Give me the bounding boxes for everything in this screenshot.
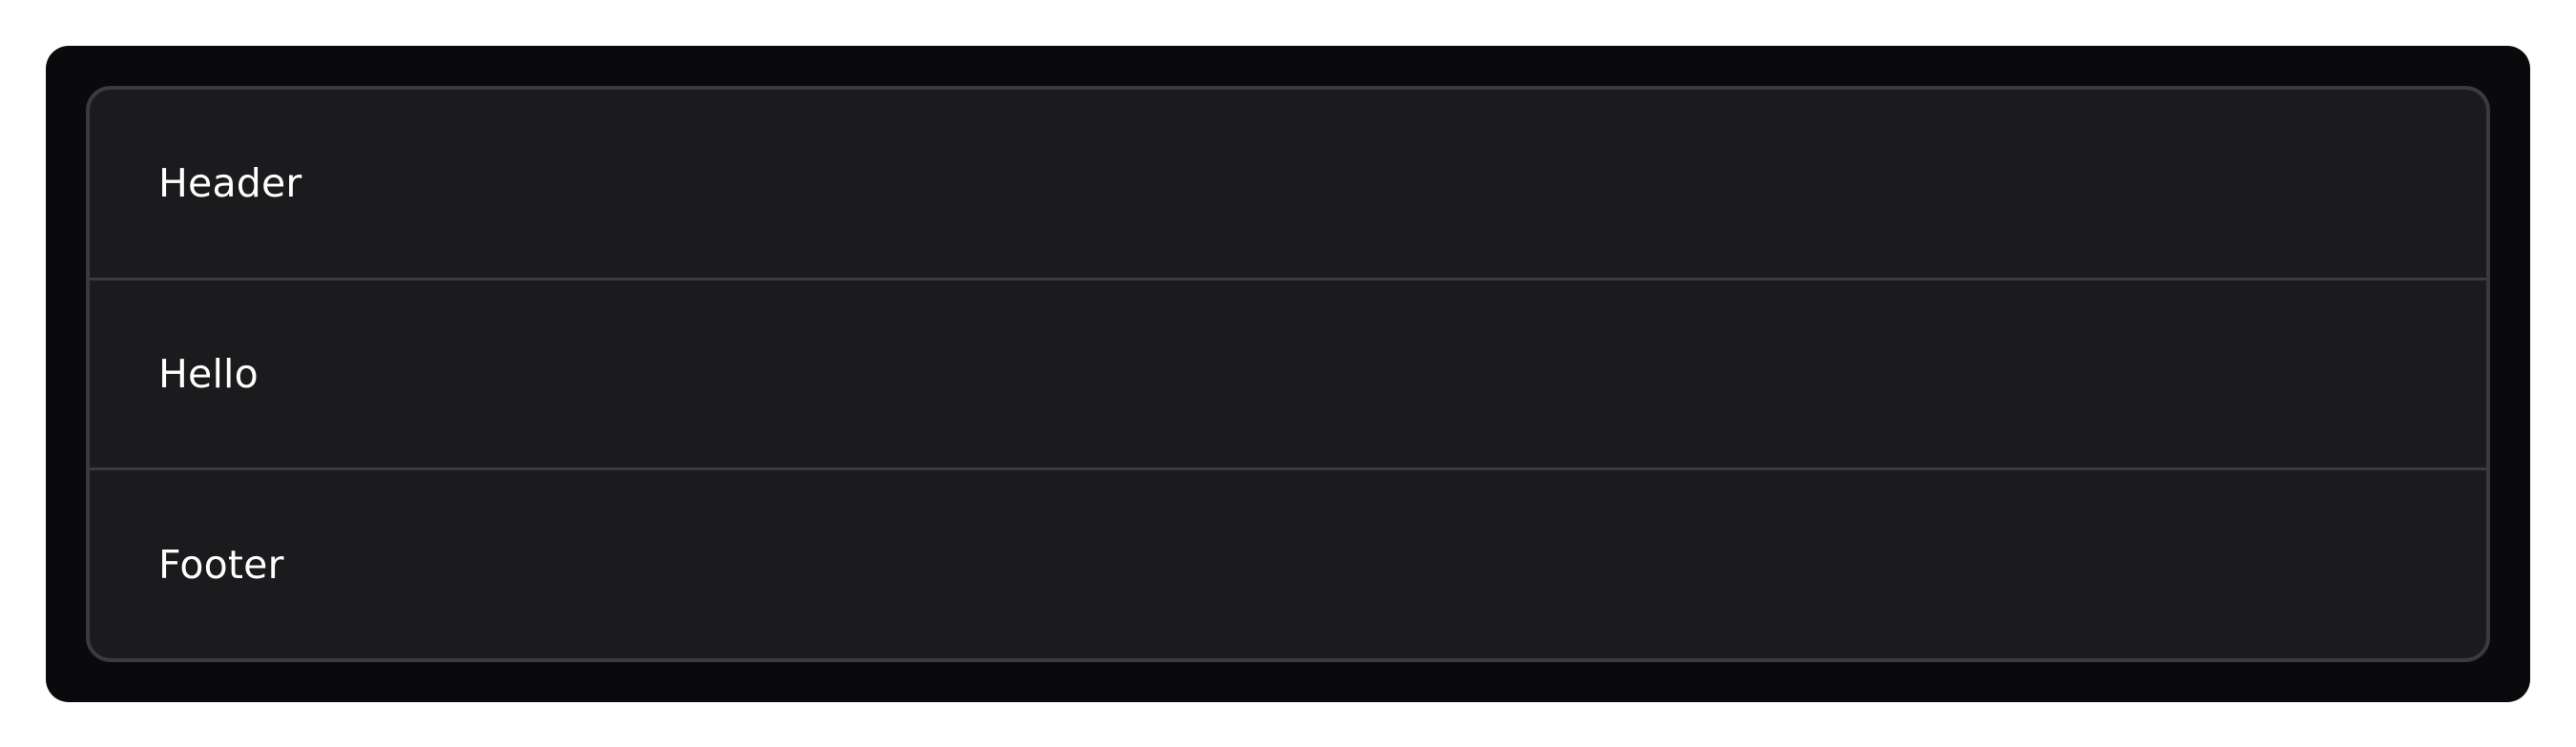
card-footer-text: Footer — [158, 541, 284, 588]
card: Header Hello Footer — [86, 86, 2490, 662]
card-footer: Footer — [90, 470, 2486, 658]
card-body-text: Hello — [158, 351, 259, 397]
card-body: Hello — [90, 280, 2486, 468]
card-header-text: Header — [158, 160, 302, 207]
card-header: Header — [90, 90, 2486, 278]
dark-frame: Header Hello Footer — [46, 46, 2530, 702]
